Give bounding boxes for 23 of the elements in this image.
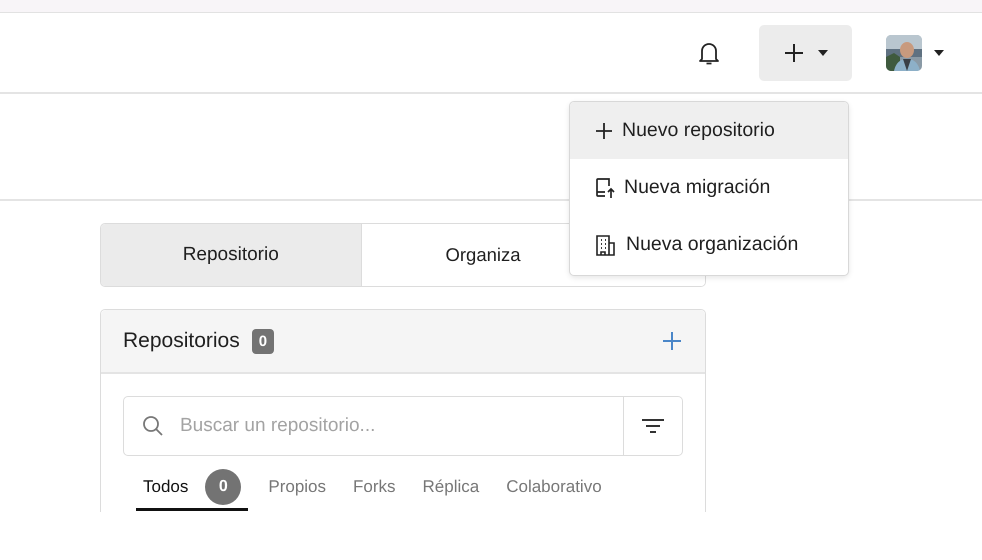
menu-item[interactable]: Nuevo repositorio [570,102,848,159]
upload-document-icon [594,176,616,200]
filter-button[interactable] [624,396,683,456]
filter-tab[interactable]: Colaborativo [499,465,609,511]
caret-icon [818,50,828,56]
filter-tab[interactable]: Forks [346,465,403,511]
count-badge: 0 [205,468,242,504]
search-field[interactable]: Buscar un repositorio... [123,396,624,456]
add-icon[interactable] [663,332,681,350]
building-icon [594,232,618,256]
filter-tab[interactable]: Réplica [416,465,486,511]
search-icon [142,415,164,437]
filter-tab[interactable]: Todos 0 [136,465,248,511]
plus-icon [784,42,804,62]
caret-icon[interactable] [934,50,944,56]
plus-icon [594,120,614,140]
search-input[interactable]: Buscar un repositorio... [178,414,623,438]
panel-title: Repositorios [123,329,240,353]
filter-tab[interactable]: Propios [261,465,334,511]
filter-icon [642,418,664,434]
menu-item[interactable]: Nueva migración [570,159,848,216]
view-tab[interactable]: Repositorio [101,224,360,286]
count-badge: 0 [252,328,274,354]
